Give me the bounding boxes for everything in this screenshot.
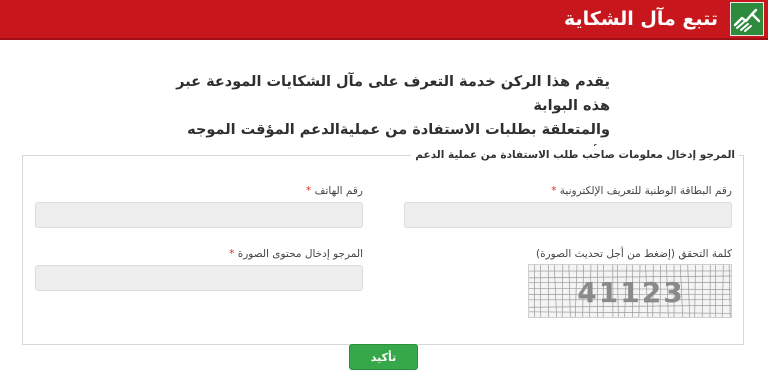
phone-label: رقم الهاتف *: [306, 184, 363, 198]
captcha-code: 41123: [577, 276, 684, 309]
required-mark: *: [551, 185, 557, 197]
phone-label-text: رقم الهاتف: [314, 185, 363, 197]
national-id-label-text: رقم البطاقة الوطنية للتعريف الإلكترونية: [559, 185, 732, 197]
page-title: تتبع مآل الشكاية: [563, 8, 718, 30]
page-header: تتبع مآل الشكاية: [0, 0, 768, 40]
captcha-input-label: المرجو إدخال محتوى الصورة *: [229, 247, 363, 261]
national-id-label: رقم البطاقة الوطنية للتعريف الإلكترونية …: [551, 184, 732, 198]
phone-input[interactable]: [35, 202, 363, 228]
submit-button[interactable]: تأكيد: [349, 344, 418, 370]
captcha-image[interactable]: 41123: [528, 264, 732, 318]
captcha-label: كلمة التحقق (إضغط من أجل تحديث الصورة): [535, 248, 732, 260]
required-mark: *: [229, 248, 235, 260]
form-legend: المرجو إدخال معلومات صاحب طلب الاستفادة …: [411, 146, 739, 164]
national-id-input[interactable]: [404, 202, 732, 228]
required-mark: *: [306, 185, 312, 197]
captcha-input-label-text: المرجو إدخال محتوى الصورة: [237, 248, 363, 260]
intro-line-1: يقدم هذا الركن خدمة التعرف على مآل الشكا…: [176, 74, 610, 114]
captcha-input[interactable]: [35, 265, 363, 291]
handshake-icon: [730, 2, 764, 36]
